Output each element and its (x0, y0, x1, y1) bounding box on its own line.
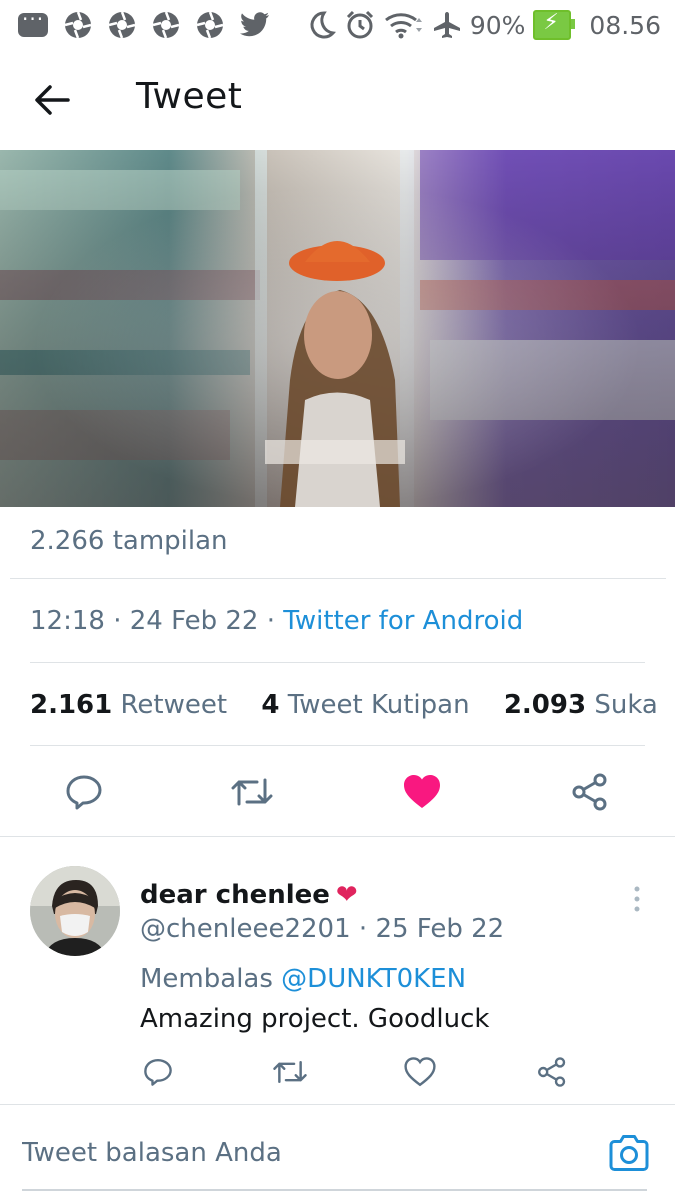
tweet-date: 24 Feb 22 (129, 606, 259, 636)
reply-handle-date: @chenleee2201 · 25 Feb 22 (140, 914, 504, 944)
status-bar-system: 90% ⚡ 08.56 (306, 8, 661, 42)
mention-link[interactable]: @DUNKT0KEN (281, 964, 466, 994)
message-icon (18, 7, 48, 37)
quotes-label: Tweet Kutipan (287, 690, 470, 720)
tweet-time: 12:18 (30, 606, 105, 636)
reply-reply-button[interactable] (138, 1050, 178, 1094)
share-icon (572, 773, 607, 811)
reply-icon (144, 1058, 172, 1086)
app-header: Tweet (0, 50, 675, 146)
aperture-icon (64, 11, 92, 39)
retweets-stat[interactable]: 2.161 Retweet (30, 690, 227, 720)
heart-filled-icon (404, 775, 440, 808)
status-bar-notifications (18, 7, 270, 42)
heart-outline-icon (404, 1057, 436, 1087)
page-title: Tweet (136, 76, 243, 117)
tweet-source-link[interactable]: Twitter for Android (283, 606, 523, 636)
reply-like-button[interactable] (400, 1050, 440, 1094)
likes-count: 2.093 (503, 690, 587, 720)
input-underline (22, 1189, 647, 1191)
camera-button[interactable] (607, 1131, 651, 1175)
retweet-icon (273, 1060, 307, 1084)
share-button[interactable] (566, 762, 614, 822)
camera-icon (609, 1135, 649, 1171)
reply-input[interactable] (22, 1131, 542, 1175)
alarm-icon (344, 9, 376, 41)
aperture-icon (196, 11, 224, 39)
reply-share-button[interactable] (532, 1050, 572, 1094)
moon-icon (306, 10, 336, 40)
reply-compose-bar (0, 1105, 675, 1200)
replying-label: Membalas (140, 964, 273, 994)
retweets-count: 2.161 (30, 690, 113, 720)
red-heart-emoji: ❤ (335, 880, 358, 910)
reply-retweet-button[interactable] (270, 1050, 310, 1094)
airplane-icon (432, 10, 462, 40)
battery-percent: 90% (469, 10, 526, 40)
retweet-icon (231, 778, 273, 806)
retweet-button[interactable] (228, 762, 276, 822)
clock: 08.56 (589, 10, 661, 40)
divider (0, 836, 675, 837)
likes-stat[interactable]: 2.093 Suka (504, 690, 658, 720)
status-bar: 90% ⚡ 08.56 (0, 0, 675, 50)
battery-charging-icon: ⚡ (533, 10, 576, 40)
reply-actions (0, 1050, 675, 1094)
aperture-icon (108, 11, 136, 39)
tweet-stats: 2.161 Retweet 4 Tweet Kutipan 2.093 Suka (30, 690, 675, 720)
divider (30, 662, 645, 663)
replying-to: Membalas @DUNKT0KEN (140, 964, 466, 994)
retweets-label: Retweet (120, 690, 228, 720)
reply-handle: @chenleee2201 (140, 914, 351, 944)
quotes-stat[interactable]: 4 Tweet Kutipan (261, 690, 469, 720)
share-icon (538, 1057, 566, 1087)
separator: · (113, 606, 122, 636)
reply-date: 25 Feb 22 (375, 914, 505, 944)
divider (30, 745, 645, 746)
view-count: 2.266 tampilan (30, 526, 228, 556)
reply-button[interactable] (60, 762, 108, 822)
reply-tweet[interactable]: dear chenlee ❤ @chenleee2201 · 25 Feb 22 … (0, 840, 675, 1102)
display-name-text: dear chenlee (140, 880, 330, 910)
avatar[interactable] (30, 866, 120, 956)
arrow-left-icon (35, 85, 70, 115)
tweet-timestamp: 12:18 · 24 Feb 22 · Twitter for Android (30, 606, 523, 636)
twitter-icon (240, 12, 270, 38)
more-vertical-icon (634, 886, 640, 912)
quotes-count: 4 (261, 690, 280, 720)
wifi-icon (384, 10, 424, 40)
separator: · (358, 914, 368, 944)
reply-icon (66, 775, 102, 810)
like-button[interactable] (398, 762, 446, 822)
more-options-button[interactable] (629, 884, 645, 914)
divider (10, 578, 666, 579)
aperture-icon (152, 11, 180, 39)
separator: · (266, 606, 275, 636)
likes-label: Suka (594, 690, 658, 720)
back-button[interactable] (30, 78, 74, 122)
tweet-actions (0, 762, 675, 822)
reply-text: Amazing project. Goodluck (140, 1004, 490, 1034)
tweet-media-video[interactable] (0, 150, 675, 507)
reply-display-name[interactable]: dear chenlee ❤ (140, 880, 358, 910)
